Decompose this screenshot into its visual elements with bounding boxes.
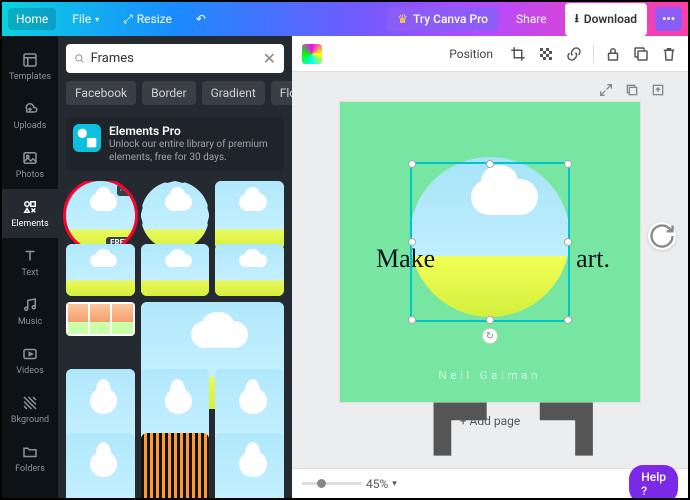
elements-panel: ✕ Facebook Border Gradient Flowers › Ele… <box>58 36 292 498</box>
download-icon: ⭳ <box>575 9 579 30</box>
promo-description: Unlock our entire library of premium ele… <box>109 138 277 164</box>
help-button[interactable]: Help ? <box>629 465 678 499</box>
frame-thumb[interactable] <box>215 433 284 498</box>
chevron-down-icon: ▾ <box>392 479 397 489</box>
background-icon <box>21 394 39 412</box>
photos-icon <box>21 149 39 167</box>
lock-icon[interactable] <box>604 45 622 63</box>
canvas-credit-text[interactable]: Neil Gaiman <box>340 369 640 382</box>
zoom-slider[interactable] <box>302 482 362 485</box>
undo-icon: ↶ <box>196 12 206 26</box>
resize-handle[interactable] <box>564 160 572 168</box>
rail-text[interactable]: Text <box>2 238 58 287</box>
rail-music[interactable]: Music <box>2 287 58 336</box>
resize-handle[interactable] <box>486 160 494 168</box>
zoom-value: 45% <box>366 477 388 491</box>
templates-icon <box>21 51 39 69</box>
chip-facebook[interactable]: Facebook <box>66 81 136 105</box>
frame-thumb-circle[interactable]: ⋯FREE <box>66 181 135 250</box>
more-menu-button[interactable]: ••• <box>655 7 682 31</box>
frame-thumb[interactable] <box>215 181 284 250</box>
resize-icon: ⤢ <box>123 12 133 27</box>
rail-folders[interactable]: Folders <box>2 434 58 483</box>
frame-thumb[interactable] <box>66 244 135 295</box>
rail-videos[interactable]: Videos <box>2 336 58 385</box>
canvas-text-art[interactable]: art. <box>576 244 610 274</box>
search-icon <box>74 49 85 68</box>
resize-handle[interactable] <box>408 316 416 324</box>
rail-uploads[interactable]: Uploads <box>2 91 58 140</box>
search-field[interactable]: ✕ <box>66 44 284 73</box>
trash-icon[interactable] <box>660 45 678 63</box>
frames-grid: ⋯FREE <box>58 181 292 498</box>
canvas-area: Position Make art. Neil Gaiman <box>292 36 688 498</box>
side-rail: Templates Uploads Photos Elements Text M… <box>2 36 58 498</box>
rail-templates[interactable]: Templates <box>2 42 58 91</box>
clear-search-icon[interactable]: ✕ <box>263 49 276 68</box>
top-menu-bar: Home File▾ ⤢Resize ↶ ♛Try Canva Pro Shar… <box>2 2 688 36</box>
rail-background[interactable]: Bkground <box>2 385 58 434</box>
design-page[interactable]: Make art. Neil Gaiman ↻ <box>340 102 640 402</box>
resize-menu[interactable]: ⤢Resize <box>115 8 180 31</box>
thumb-options-icon[interactable]: ⋯ <box>117 184 132 196</box>
add-page-button[interactable]: + Add page <box>448 402 533 440</box>
resize-handle[interactable] <box>408 160 416 168</box>
frame-thumb[interactable] <box>215 244 284 295</box>
chip-flowers[interactable]: Flowers <box>271 81 292 105</box>
crop-icon[interactable] <box>509 45 527 63</box>
bottom-bar: 45% ▾ Help ? <box>292 468 688 498</box>
canvas-toolbar: Position <box>292 36 688 72</box>
pro-promo-icon <box>73 124 101 152</box>
duplicate-icon[interactable] <box>632 45 650 63</box>
music-icon <box>21 296 39 314</box>
download-button[interactable]: ⭳Download <box>565 3 647 36</box>
share-button[interactable]: Share <box>506 7 557 31</box>
elements-icon <box>21 198 39 216</box>
rail-elements[interactable]: Elements <box>2 189 58 238</box>
frame-thumb-strip[interactable] <box>66 302 135 336</box>
undo-button[interactable]: ↶ <box>188 8 214 30</box>
position-button[interactable]: Position <box>443 43 499 65</box>
rail-photos[interactable]: Photos <box>2 140 58 189</box>
elements-pro-promo[interactable]: Elements Pro Unlock our entire library o… <box>66 117 284 171</box>
frame-thumb[interactable] <box>141 244 210 296</box>
promo-title: Elements Pro <box>109 124 277 138</box>
chevron-down-icon: ▾ <box>95 15 99 24</box>
filter-chips: Facebook Border Gradient Flowers › <box>58 81 292 113</box>
videos-icon <box>21 345 39 363</box>
color-swatch-button[interactable] <box>302 44 322 64</box>
try-pro-button[interactable]: ♛Try Canva Pro <box>387 7 498 31</box>
frame-thumb-film[interactable] <box>141 433 210 498</box>
crown-icon: ♛ <box>397 12 408 26</box>
rotate-handle[interactable]: ↻ <box>482 328 498 344</box>
home-menu[interactable]: Home <box>8 8 56 30</box>
folders-icon <box>21 443 39 461</box>
chip-border[interactable]: Border <box>142 81 195 105</box>
selection-box[interactable]: ↻ <box>410 162 570 322</box>
transparency-icon[interactable] <box>537 45 555 63</box>
zoom-control[interactable]: 45% ▾ <box>302 477 397 491</box>
resize-handle[interactable] <box>564 238 572 246</box>
refresh-button[interactable] <box>648 222 676 250</box>
frame-thumb-scallop[interactable] <box>141 181 210 250</box>
resize-handle[interactable] <box>564 316 572 324</box>
resize-handle[interactable] <box>486 316 494 324</box>
link-icon[interactable] <box>565 45 583 63</box>
file-menu[interactable]: File▾ <box>64 8 107 30</box>
resize-handle[interactable] <box>408 238 416 246</box>
frame-thumb[interactable] <box>66 433 135 498</box>
canvas-stage[interactable]: Make art. Neil Gaiman ↻ + Add page <box>292 72 688 468</box>
text-icon <box>21 247 39 265</box>
search-input[interactable] <box>91 51 257 66</box>
chip-gradient[interactable]: Gradient <box>202 81 265 105</box>
uploads-icon <box>21 100 39 118</box>
